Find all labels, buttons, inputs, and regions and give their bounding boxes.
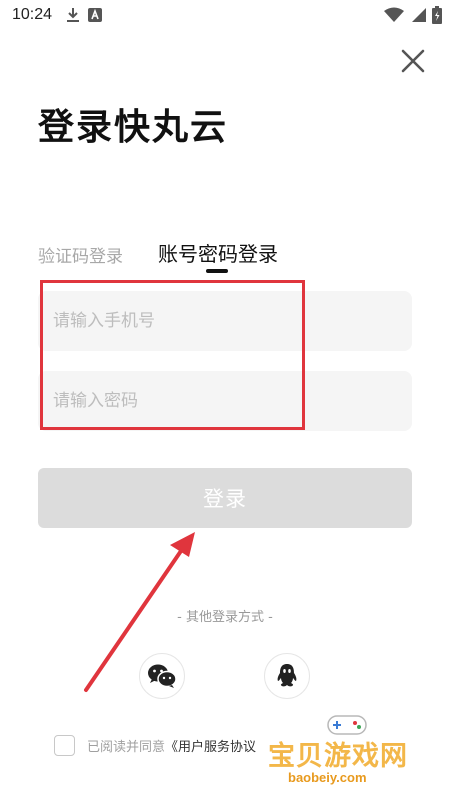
agreement-prefix: 已阅读并同意 bbox=[87, 740, 166, 755]
status-system-icons bbox=[384, 6, 442, 24]
status-time: 10:24 bbox=[12, 6, 53, 23]
status-bar: 10:24 bbox=[0, 0, 450, 32]
login-button[interactable]: 登录 bbox=[38, 468, 412, 528]
tab-account-login[interactable]: 账号密码登录 bbox=[158, 238, 278, 267]
download-icon bbox=[67, 8, 79, 22]
a-icon bbox=[88, 8, 102, 22]
tab-sms-login[interactable]: 验证码登录 bbox=[38, 242, 123, 267]
qq-icon bbox=[277, 664, 297, 687]
gamepad-icon bbox=[327, 715, 367, 735]
password-input[interactable] bbox=[38, 371, 412, 431]
close-icon bbox=[401, 49, 425, 73]
user-agreement-link[interactable]: 《用户服务协议 bbox=[165, 736, 256, 755]
phone-input[interactable] bbox=[38, 291, 412, 351]
battery-icon bbox=[432, 6, 442, 24]
other-login-label: - 其他登录方式 - bbox=[177, 610, 273, 625]
watermark-url: baobeiy.com bbox=[288, 770, 367, 785]
watermark-text: 宝贝游戏网 bbox=[268, 741, 408, 772]
watermark: 宝贝游戏网 baobeiy.com bbox=[268, 712, 428, 790]
password-field-container bbox=[38, 371, 412, 431]
wechat-icon bbox=[148, 664, 177, 688]
agreement-checkbox[interactable] bbox=[54, 735, 75, 756]
signal-icon bbox=[412, 8, 426, 22]
phone-field-container bbox=[38, 291, 412, 351]
status-notification-icons bbox=[66, 7, 102, 23]
page-title: 登录快丸云 bbox=[38, 107, 229, 148]
wifi-icon bbox=[384, 7, 404, 22]
agreement-row: 已阅读并同意 《用户服务协议 bbox=[54, 735, 256, 756]
active-tab-indicator bbox=[206, 269, 228, 273]
wechat-login-button[interactable] bbox=[139, 653, 185, 699]
qq-login-button[interactable] bbox=[264, 653, 310, 699]
close-button[interactable] bbox=[398, 46, 428, 76]
